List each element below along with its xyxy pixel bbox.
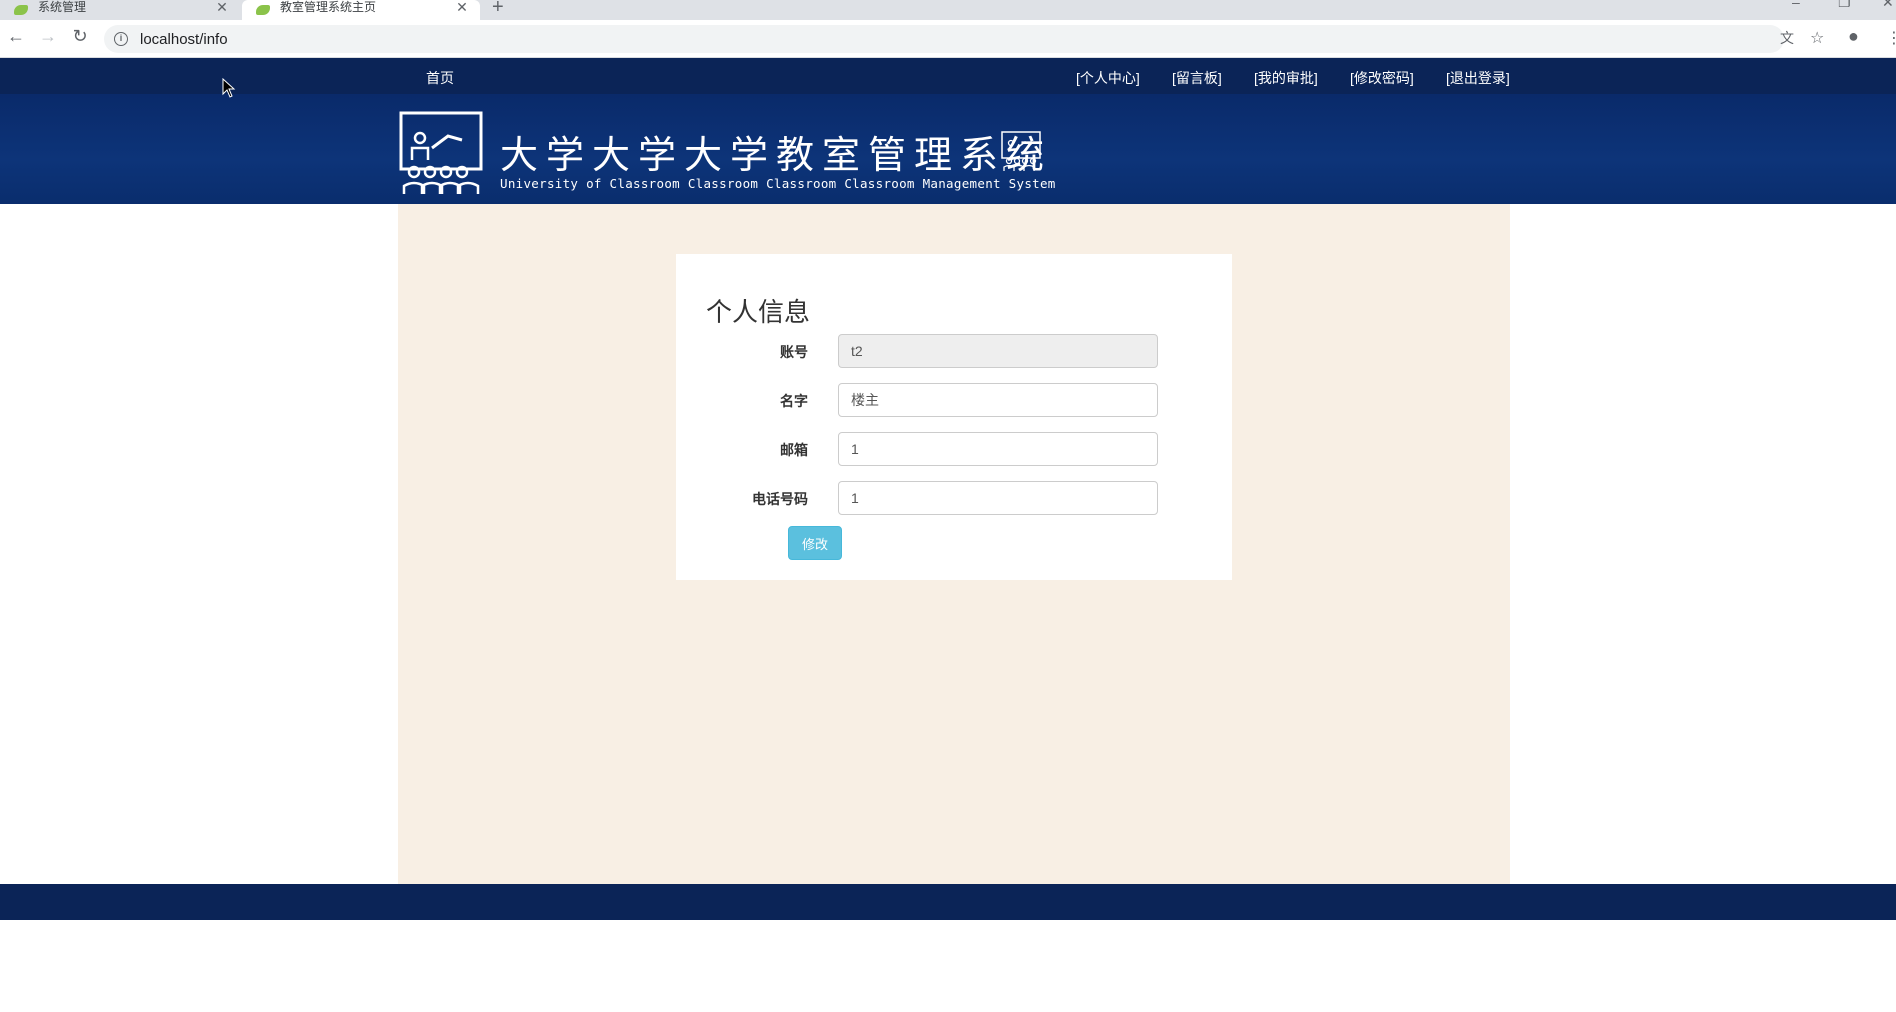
browser-menu-icon[interactable]: ⋮ (1886, 28, 1896, 48)
browser-tabstrip: 系统管理 ✕ 教室管理系统主页 ✕ + – ❐ ✕ (0, 0, 1896, 20)
nav-my-approvals-link[interactable]: [我的审批] (1254, 68, 1318, 88)
site-top-nav: 首页 [个人中心] [留言板] [我的审批] [修改密码] [退出登录] (0, 58, 1896, 94)
email-field[interactable] (838, 432, 1158, 466)
browser-tab-system-admin[interactable]: 系统管理 ✕ (0, 0, 240, 20)
name-label: 名字 (780, 393, 808, 409)
address-url[interactable]: localhost/info (140, 31, 228, 48)
address-bar[interactable]: i localhost/info (104, 25, 1784, 53)
phone-label: 电话号码 (752, 491, 808, 507)
tab-title: 教室管理系统主页 (280, 0, 377, 14)
close-window-icon[interactable]: ✕ (1882, 0, 1894, 11)
leaf-favicon-icon (14, 5, 28, 15)
account-field (838, 334, 1158, 368)
site-info-icon[interactable]: i (114, 32, 128, 46)
new-tab-icon[interactable]: + (492, 0, 504, 19)
leaf-favicon-icon (256, 5, 270, 15)
classroom-teacher-logo-icon (399, 111, 483, 194)
nav-message-board-link[interactable]: [留言板] (1172, 68, 1222, 88)
minimize-icon[interactable]: – (1792, 0, 1800, 10)
close-tab-icon[interactable]: ✕ (212, 0, 232, 16)
bookmark-star-icon[interactable]: ☆ (1810, 28, 1824, 48)
site-footer (0, 884, 1896, 920)
form-title: 个人信息 (706, 297, 811, 327)
phone-field[interactable] (838, 481, 1158, 515)
nav-personal-center-link[interactable]: [个人中心] (1076, 68, 1140, 88)
profile-avatar-icon[interactable]: ● (1848, 26, 1859, 47)
main-content: 个人信息 账号 名字 邮箱 电话号码 修改 (398, 204, 1510, 884)
browser-toolbar: ← → ↻ i localhost/info ⽂ ☆ ● ⋮ (0, 20, 1896, 58)
browser-tab-classroom-home[interactable]: 教室管理系统主页 ✕ (242, 0, 480, 20)
back-arrow-icon[interactable]: ← (4, 26, 28, 47)
banner-subtitle: University of Classroom Classroom Classr… (500, 176, 1056, 191)
classroom-teacher-small-icon (1001, 131, 1041, 171)
account-label: 账号 (780, 344, 808, 360)
name-field[interactable] (838, 383, 1158, 417)
tab-title: 系统管理 (38, 0, 87, 14)
translate-icon[interactable]: ⽂ (1780, 28, 1794, 48)
personal-info-card: 个人信息 账号 名字 邮箱 电话号码 修改 (676, 254, 1232, 580)
nav-change-password-link[interactable]: [修改密码] (1350, 68, 1414, 88)
mouse-cursor-icon (222, 78, 236, 98)
forward-arrow-icon[interactable]: → (36, 26, 60, 47)
nav-logout-link[interactable]: [退出登录] (1446, 68, 1510, 88)
banner-title: 大学大学大学教室管理系统 (500, 133, 1053, 177)
close-tab-icon[interactable]: ✕ (452, 0, 472, 16)
nav-home-link[interactable]: 首页 (426, 68, 454, 88)
reload-icon[interactable]: ↻ (68, 26, 92, 47)
site-banner: 大学大学大学教室管理系统 University of Classroom Cla… (0, 94, 1896, 204)
email-label: 邮箱 (780, 442, 808, 458)
restore-icon[interactable]: ❐ (1838, 0, 1851, 11)
modify-button[interactable]: 修改 (788, 526, 842, 560)
